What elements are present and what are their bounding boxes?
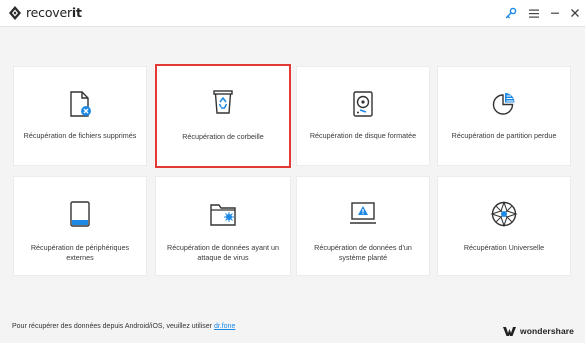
recycle-bin-icon	[213, 90, 233, 114]
universal-wheel-icon	[490, 201, 518, 227]
minimize-icon	[551, 12, 559, 14]
card-virus-attack[interactable]: Récupération de données ayant un attaque…	[155, 176, 291, 276]
card-formatted-disk[interactable]: Récupération de disque formatée	[296, 66, 430, 166]
hamburger-menu-icon	[529, 9, 539, 18]
card-deleted-files[interactable]: Récupération de fichiers supprimés	[13, 66, 147, 166]
card-label: Récupération de périphériques externes	[30, 243, 130, 262]
key-icon	[505, 7, 517, 19]
key-button[interactable]	[502, 4, 520, 22]
card-label: Récupération de données d'un système pla…	[314, 243, 412, 262]
card-label: Récupération de fichiers supprimés	[23, 131, 137, 140]
card-label: Récupération de corbeille	[182, 132, 264, 141]
card-recycle-bin[interactable]: Récupération de corbeille	[155, 64, 291, 168]
file-delete-icon	[70, 91, 91, 117]
card-label: Récupération de partition perdue	[451, 131, 557, 140]
card-label: Récupération de disque formatée	[309, 131, 417, 140]
card-system-crash[interactable]: Récupération de données d'un système pla…	[296, 176, 430, 276]
footer-android-ios-hint: Pour récupérer des données depuis Androi…	[12, 323, 236, 330]
virus-folder-icon	[210, 204, 236, 226]
close-icon	[571, 9, 579, 17]
card-external-devices[interactable]: Récupération de périphériques externes	[13, 176, 147, 276]
external-drive-icon	[70, 201, 90, 227]
app-logo: recoverit	[8, 5, 82, 21]
card-universal[interactable]: Récupération Universelle	[437, 176, 571, 276]
card-label: Récupération de données ayant un attaque…	[167, 243, 279, 262]
recoverit-logo-icon	[9, 6, 21, 20]
close-button[interactable]	[566, 4, 584, 22]
menu-button[interactable]	[525, 4, 543, 22]
drfone-link[interactable]: dr.fone	[214, 323, 235, 330]
app-title: recoverit	[26, 5, 82, 20]
title-bar: recoverit	[0, 0, 585, 27]
crashed-monitor-icon	[350, 202, 376, 224]
wondershare-logo-icon	[503, 326, 516, 336]
partition-pie-icon	[492, 93, 515, 115]
wondershare-brand: wondershare	[503, 326, 574, 336]
card-lost-partition[interactable]: Récupération de partition perdue	[437, 66, 571, 166]
hard-disk-icon	[353, 91, 373, 117]
minimize-button[interactable]	[546, 4, 564, 22]
card-label: Récupération Universelle	[463, 243, 545, 252]
